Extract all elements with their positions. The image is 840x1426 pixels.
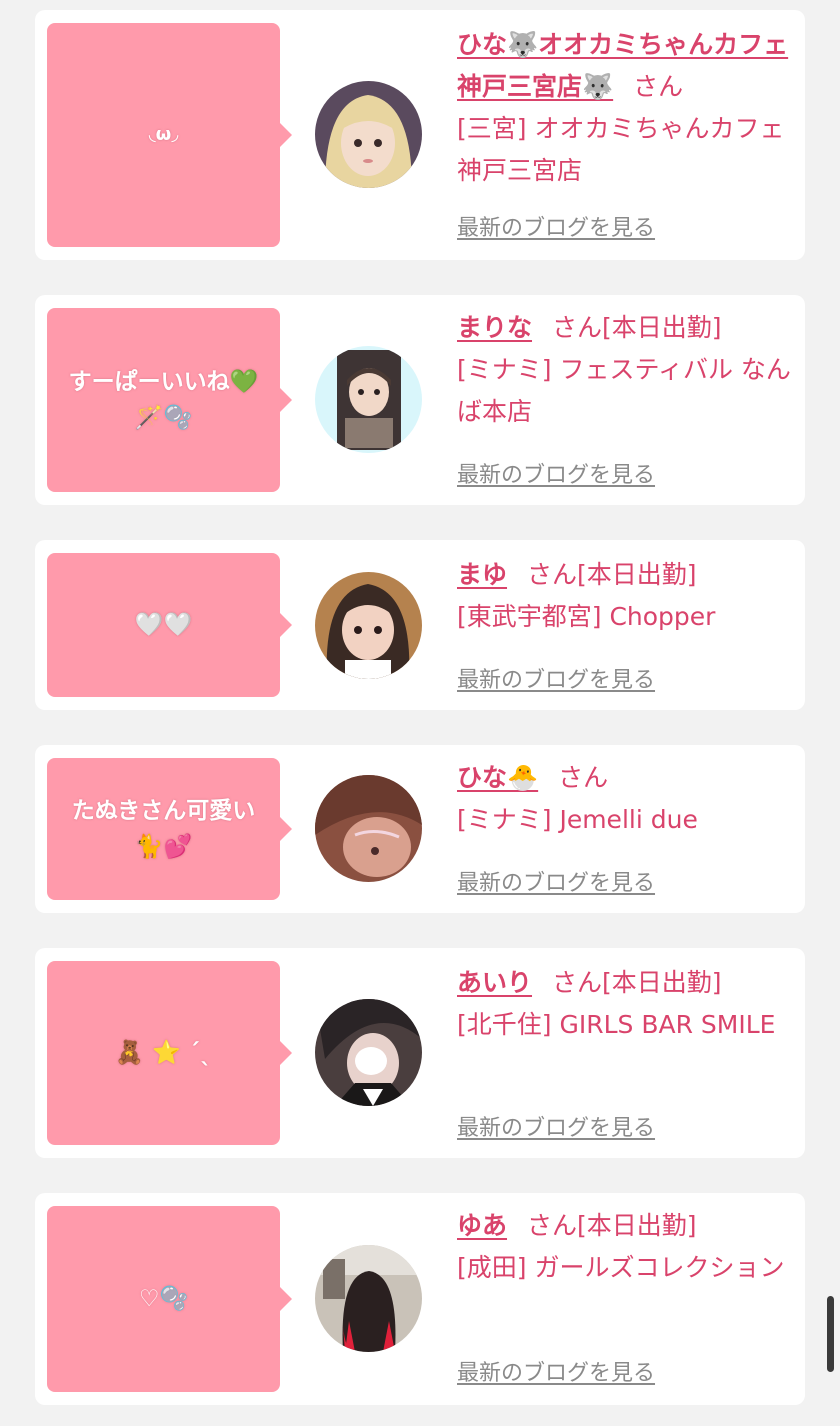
comment-card: たぬきさん可愛い 🐈💕 ひな🐣 さん [ミナミ] Jemelli due 最新のブ… <box>35 745 805 913</box>
comment-bubble: 🤍🤍 <box>47 553 292 697</box>
latest-blog-link[interactable]: 最新のブログを見る <box>457 1355 655 1387</box>
honorific: さん <box>552 968 603 997</box>
comment-text: すーぱーいいね💚 🪄🫧 <box>68 369 259 431</box>
latest-blog-link[interactable]: 最新のブログを見る <box>457 1110 655 1142</box>
comment-bubble: たぬきさん可愛い 🐈💕 <box>47 758 292 900</box>
avatar[interactable] <box>315 81 422 188</box>
avatar[interactable] <box>315 1245 422 1352</box>
avatar-image <box>315 999 422 1106</box>
cast-name-link[interactable]: あいり <box>457 968 532 997</box>
comment-card: ◟ω◞ ひな🐺オオカミちゃんカフェ神戸三宮店🐺 さん [三宮] オオカミちゃんカフ… <box>35 10 805 260</box>
comment-card: 🧸 ⭐ ˊˎ あいり さん[本日出勤] [北千住] GIRLS BAR SMILE… <box>35 948 805 1158</box>
scrollbar[interactable] <box>827 1296 834 1372</box>
honorific: さん <box>552 313 603 342</box>
comment-text: ♡🫧 <box>138 1286 189 1312</box>
avatar-image <box>315 1245 422 1352</box>
shop-name: [北千住] GIRLS BAR SMILE <box>457 1010 776 1039</box>
avatar-image <box>315 775 422 882</box>
comment-bubble: すーぱーいいね💚 🪄🫧 <box>47 308 292 492</box>
shop-name: [ミナミ] Jemelli due <box>457 805 698 834</box>
comment-card: すーぱーいいね💚 🪄🫧 まりな さん[本日出勤] [ミナミ] フェスティバル なん… <box>35 295 805 505</box>
shop-name: [東武宇都宮] Chopper <box>457 602 716 631</box>
status-label: [本日出勤] <box>602 313 722 342</box>
cast-info: ひな🐣 さん [ミナミ] Jemelli due <box>457 757 792 841</box>
cast-name-link[interactable]: ひな🐺オオカミちゃんカフェ神戸三宮店🐺 <box>457 30 788 101</box>
cast-name-link[interactable]: まりな <box>457 313 532 342</box>
latest-blog-link[interactable]: 最新のブログを見る <box>457 662 655 694</box>
honorific: さん <box>527 1211 578 1240</box>
avatar[interactable] <box>315 999 422 1106</box>
comment-text: 🤍🤍 <box>134 612 193 638</box>
cast-name-link[interactable]: まゆ <box>457 560 507 589</box>
comment-bubble: ♡🫧 <box>47 1206 292 1392</box>
honorific: さん <box>633 72 684 101</box>
cast-name-link[interactable]: ひな🐣 <box>457 763 538 792</box>
comment-bubble: ◟ω◞ <box>47 23 292 247</box>
status-label: [本日出勤] <box>577 1211 697 1240</box>
avatar[interactable] <box>315 346 422 453</box>
comment-text: 🧸 ⭐ ˊˎ <box>115 1040 212 1066</box>
comment-text: ◟ω◞ <box>148 124 179 145</box>
cast-info: まりな さん[本日出勤] [ミナミ] フェスティバル なんば本店 <box>457 307 792 433</box>
status-label: [本日出勤] <box>577 560 697 589</box>
avatar[interactable] <box>315 775 422 882</box>
avatar-image <box>315 572 422 679</box>
comment-card: ♡🫧 ゆあ さん[本日出勤] [成田] ガールズコレクション 最新のブログを見る <box>35 1193 805 1405</box>
cast-name-link[interactable]: ゆあ <box>457 1211 507 1240</box>
avatar[interactable] <box>315 572 422 679</box>
cast-info: あいり さん[本日出勤] [北千住] GIRLS BAR SMILE <box>457 962 792 1046</box>
shop-name: [三宮] オオカミちゃんカフェ神戸三宮店 <box>457 114 785 185</box>
latest-blog-link[interactable]: 最新のブログを見る <box>457 865 655 897</box>
latest-blog-link[interactable]: 最新のブログを見る <box>457 457 655 489</box>
avatar-image <box>315 81 422 188</box>
avatar-image <box>315 346 422 453</box>
comment-text: たぬきさん可愛い 🐈💕 <box>71 798 256 860</box>
status-label: [本日出勤] <box>602 968 722 997</box>
cast-info: まゆ さん[本日出勤] [東武宇都宮] Chopper <box>457 554 792 638</box>
comment-bubble: 🧸 ⭐ ˊˎ <box>47 961 292 1145</box>
honorific: さん <box>527 560 578 589</box>
honorific: さん <box>558 763 609 792</box>
cast-info: ひな🐺オオカミちゃんカフェ神戸三宮店🐺 さん [三宮] オオカミちゃんカフェ神戸三… <box>457 24 792 192</box>
shop-name: [成田] ガールズコレクション <box>457 1253 785 1282</box>
cast-info: ゆあ さん[本日出勤] [成田] ガールズコレクション <box>457 1205 792 1289</box>
shop-name: [ミナミ] フェスティバル なんば本店 <box>457 355 791 426</box>
latest-blog-link[interactable]: 最新のブログを見る <box>457 210 655 242</box>
comment-card: 🤍🤍 まゆ さん[本日出勤] [東武宇都宮] Chopper 最新のブログを見る <box>35 540 805 710</box>
